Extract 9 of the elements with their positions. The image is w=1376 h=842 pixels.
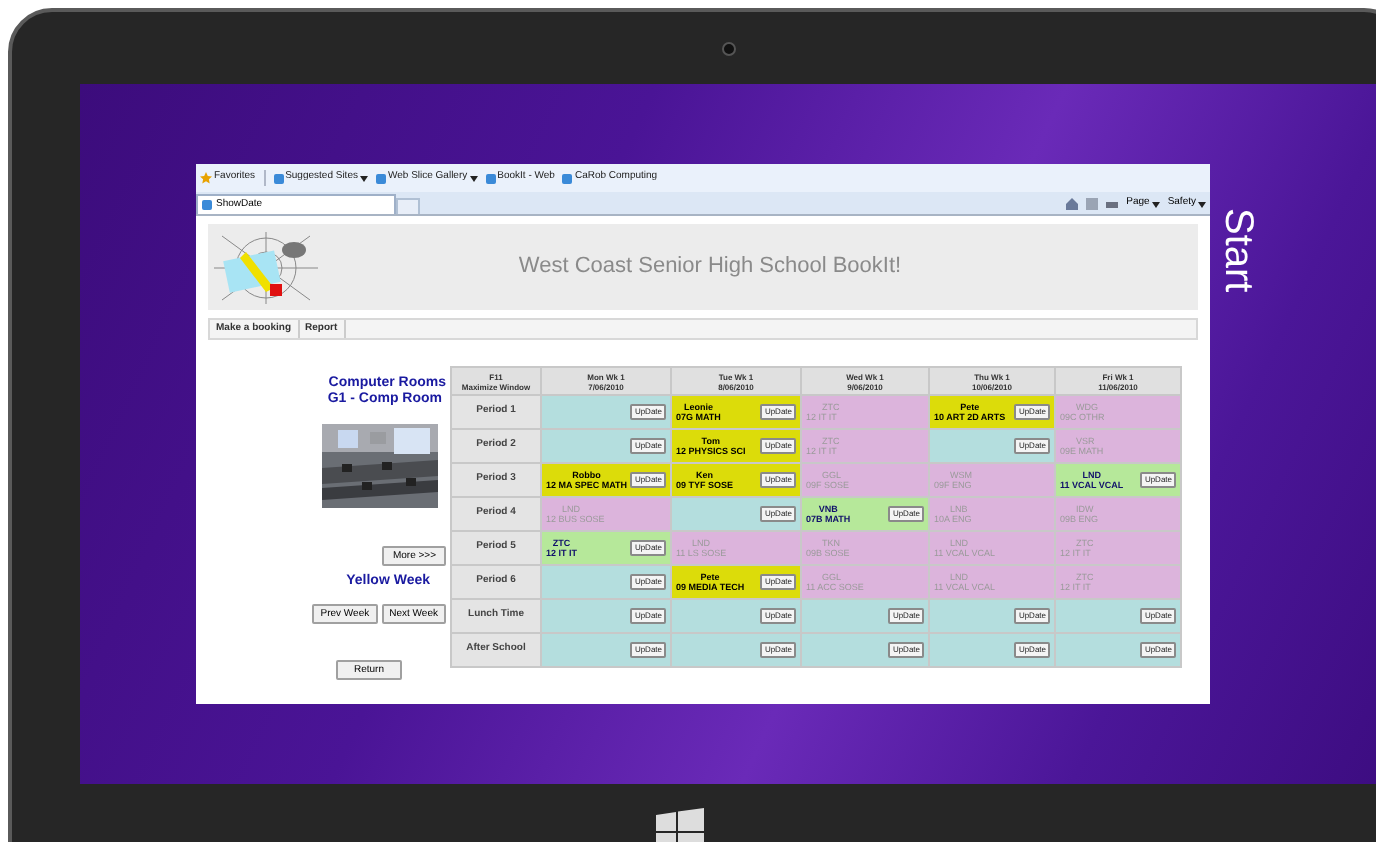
star-icon bbox=[200, 172, 212, 184]
dropdown-icon bbox=[1151, 201, 1160, 207]
home-icon[interactable] bbox=[1066, 198, 1079, 210]
windows-logo-icon[interactable] bbox=[656, 808, 704, 842]
page-title: West Coast Senior High School BookIt! bbox=[516, 252, 904, 283]
camera-icon bbox=[721, 41, 735, 55]
start-label: Start bbox=[1218, 208, 1258, 293]
logo-drawing bbox=[210, 227, 322, 307]
dropdown-icon bbox=[1198, 201, 1206, 207]
